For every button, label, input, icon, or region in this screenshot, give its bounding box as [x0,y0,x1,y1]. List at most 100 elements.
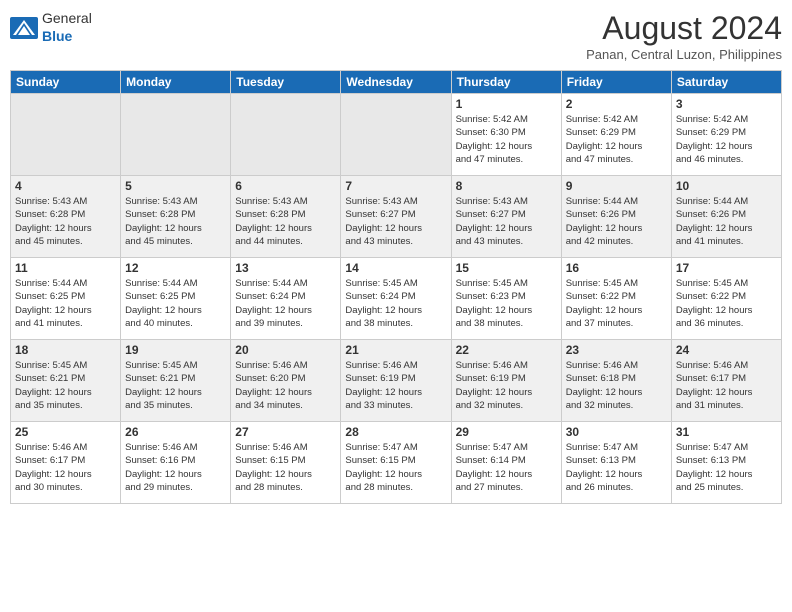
logo: General Blue [10,10,92,46]
calendar-week-1: 1 Sunrise: 5:42 AM Sunset: 6:30 PM Daylig… [11,94,782,176]
day-number: 7 [345,179,446,193]
day-number: 21 [345,343,446,357]
day-number: 8 [456,179,557,193]
day-info: Sunrise: 5:44 AM Sunset: 6:25 PM Dayligh… [125,277,226,330]
day-number: 24 [676,343,777,357]
day-number: 22 [456,343,557,357]
day-number: 15 [456,261,557,275]
day-number: 25 [15,425,116,439]
calendar-week-4: 18 Sunrise: 5:45 AM Sunset: 6:21 PM Dayli… [11,340,782,422]
day-info: Sunrise: 5:46 AM Sunset: 6:18 PM Dayligh… [566,359,667,412]
location-subtitle: Panan, Central Luzon, Philippines [586,47,782,62]
calendar-cell [121,94,231,176]
day-info: Sunrise: 5:46 AM Sunset: 6:15 PM Dayligh… [235,441,336,494]
calendar-cell: 20Sunrise: 5:46 AM Sunset: 6:20 PM Dayli… [231,340,341,422]
day-number: 29 [456,425,557,439]
calendar-cell: 28Sunrise: 5:47 AM Sunset: 6:15 PM Dayli… [341,422,451,504]
day-number: 12 [125,261,226,275]
calendar-cell: 30 Sunrise: 5:47 AM Sunset: 6:13 PM Dayli… [561,422,671,504]
day-info: Sunrise: 5:47 AM Sunset: 6:13 PM Dayligh… [676,441,777,494]
header-sunday: Sunday [11,71,121,94]
calendar-cell: 10Sunrise: 5:44 AM Sunset: 6:26 PM Dayli… [671,176,781,258]
calendar-cell: 27 Sunrise: 5:46 AM Sunset: 6:15 PM Dayli… [231,422,341,504]
calendar-cell: 13 Sunrise: 5:44 AM Sunset: 6:24 PM Dayli… [231,258,341,340]
day-info: Sunrise: 5:47 AM Sunset: 6:13 PM Dayligh… [566,441,667,494]
day-number: 4 [15,179,116,193]
logo-general: General [42,10,92,26]
calendar-table: Sunday Monday Tuesday Wednesday Thursday… [10,70,782,504]
calendar-cell: 6 Sunrise: 5:43 AM Sunset: 6:28 PM Daylig… [231,176,341,258]
calendar-cell: 12 Sunrise: 5:44 AM Sunset: 6:25 PM Dayli… [121,258,231,340]
calendar-cell: 17 Sunrise: 5:45 AM Sunset: 6:22 PM Dayli… [671,258,781,340]
calendar-cell: 16 Sunrise: 5:45 AM Sunset: 6:22 PM Dayli… [561,258,671,340]
day-info: Sunrise: 5:43 AM Sunset: 6:27 PM Dayligh… [456,195,557,248]
day-info: Sunrise: 5:43 AM Sunset: 6:28 PM Dayligh… [15,195,116,248]
calendar-cell: 18Sunrise: 5:45 AM Sunset: 6:21 PM Dayli… [11,340,121,422]
day-info: Sunrise: 5:45 AM Sunset: 6:22 PM Dayligh… [566,277,667,330]
day-number: 16 [566,261,667,275]
day-info: Sunrise: 5:44 AM Sunset: 6:25 PM Dayligh… [15,277,116,330]
calendar-cell: 9Sunrise: 5:44 AM Sunset: 6:26 PM Daylig… [561,176,671,258]
day-number: 23 [566,343,667,357]
day-number: 18 [15,343,116,357]
calendar-cell: 11 Sunrise: 5:44 AM Sunset: 6:25 PM Dayli… [11,258,121,340]
day-info: Sunrise: 5:42 AM Sunset: 6:29 PM Dayligh… [676,113,777,166]
day-number: 9 [566,179,667,193]
day-number: 3 [676,97,777,111]
calendar-cell: 31 Sunrise: 5:47 AM Sunset: 6:13 PM Dayli… [671,422,781,504]
calendar-cell: 19 Sunrise: 5:45 AM Sunset: 6:21 PM Dayli… [121,340,231,422]
calendar-cell: 23 Sunrise: 5:46 AM Sunset: 6:18 PM Dayli… [561,340,671,422]
logo-text: General Blue [42,10,92,46]
calendar-cell: 24Sunrise: 5:46 AM Sunset: 6:17 PM Dayli… [671,340,781,422]
calendar-cell: 8 Sunrise: 5:43 AM Sunset: 6:27 PM Daylig… [451,176,561,258]
day-number: 19 [125,343,226,357]
day-info: Sunrise: 5:44 AM Sunset: 6:24 PM Dayligh… [235,277,336,330]
page-header: General Blue August 2024 Panan, Central … [10,10,782,62]
day-number: 11 [15,261,116,275]
header-wednesday: Wednesday [341,71,451,94]
header-friday: Friday [561,71,671,94]
day-number: 14 [345,261,446,275]
calendar-cell: 5Sunrise: 5:43 AM Sunset: 6:28 PM Daylig… [121,176,231,258]
calendar-cell: 29 Sunrise: 5:47 AM Sunset: 6:14 PM Dayli… [451,422,561,504]
calendar-week-2: 4 Sunrise: 5:43 AM Sunset: 6:28 PM Daylig… [11,176,782,258]
day-number: 1 [456,97,557,111]
calendar-cell: 22Sunrise: 5:46 AM Sunset: 6:19 PM Dayli… [451,340,561,422]
day-info: Sunrise: 5:47 AM Sunset: 6:15 PM Dayligh… [345,441,446,494]
day-number: 27 [235,425,336,439]
day-number: 31 [676,425,777,439]
day-number: 17 [676,261,777,275]
day-info: Sunrise: 5:45 AM Sunset: 6:22 PM Dayligh… [676,277,777,330]
day-info: Sunrise: 5:46 AM Sunset: 6:16 PM Dayligh… [125,441,226,494]
day-info: Sunrise: 5:46 AM Sunset: 6:19 PM Dayligh… [345,359,446,412]
day-info: Sunrise: 5:45 AM Sunset: 6:24 PM Dayligh… [345,277,446,330]
day-info: Sunrise: 5:43 AM Sunset: 6:28 PM Dayligh… [235,195,336,248]
day-info: Sunrise: 5:46 AM Sunset: 6:17 PM Dayligh… [15,441,116,494]
logo-blue: Blue [42,28,72,44]
day-number: 13 [235,261,336,275]
day-number: 30 [566,425,667,439]
day-number: 26 [125,425,226,439]
day-info: Sunrise: 5:42 AM Sunset: 6:30 PM Dayligh… [456,113,557,166]
calendar-page: General Blue August 2024 Panan, Central … [0,0,792,612]
calendar-cell: 14 Sunrise: 5:45 AM Sunset: 6:24 PM Dayli… [341,258,451,340]
calendar-cell [11,94,121,176]
day-info: Sunrise: 5:43 AM Sunset: 6:27 PM Dayligh… [345,195,446,248]
day-info: Sunrise: 5:45 AM Sunset: 6:21 PM Dayligh… [125,359,226,412]
day-number: 5 [125,179,226,193]
calendar-cell: 21 Sunrise: 5:46 AM Sunset: 6:19 PM Dayli… [341,340,451,422]
header-saturday: Saturday [671,71,781,94]
calendar-cell: 7 Sunrise: 5:43 AM Sunset: 6:27 PM Daylig… [341,176,451,258]
calendar-week-3: 11 Sunrise: 5:44 AM Sunset: 6:25 PM Dayli… [11,258,782,340]
calendar-cell: 3 Sunrise: 5:42 AM Sunset: 6:29 PM Daylig… [671,94,781,176]
day-info: Sunrise: 5:42 AM Sunset: 6:29 PM Dayligh… [566,113,667,166]
day-number: 20 [235,343,336,357]
header-thursday: Thursday [451,71,561,94]
calendar-cell [341,94,451,176]
day-number: 6 [235,179,336,193]
calendar-cell: 2Sunrise: 5:42 AM Sunset: 6:29 PM Daylig… [561,94,671,176]
header-tuesday: Tuesday [231,71,341,94]
logo-icon [10,17,38,39]
calendar-cell: 15Sunrise: 5:45 AM Sunset: 6:23 PM Dayli… [451,258,561,340]
day-info: Sunrise: 5:47 AM Sunset: 6:14 PM Dayligh… [456,441,557,494]
